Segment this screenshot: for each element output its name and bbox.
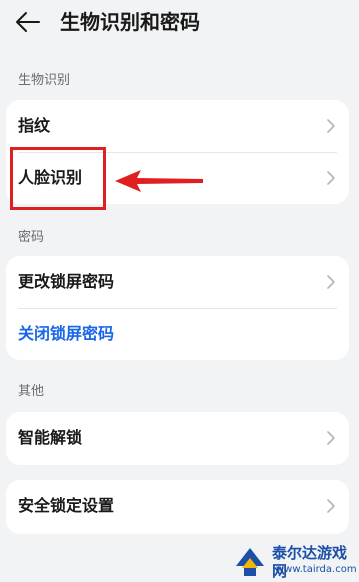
chevron-right-icon <box>327 171 335 185</box>
disable-lock-password-row[interactable]: 关闭锁屏密码 <box>6 308 349 360</box>
chevron-right-icon <box>327 119 335 133</box>
back-button[interactable] <box>14 10 42 34</box>
watermark: 泰尔达游戏网 www.tairda.com <box>220 538 359 582</box>
section-label-other: 其他 <box>18 384 45 399</box>
chevron-right-icon <box>327 275 335 289</box>
smart-unlock-label: 智能解锁 <box>18 428 83 447</box>
header: 生物识别和密码 <box>0 0 359 44</box>
password-card: 更改锁屏密码 关闭锁屏密码 <box>6 256 349 360</box>
security-lock-card: 安全锁定设置 <box>6 480 349 534</box>
section-label-biometric: 生物识别 <box>18 73 71 88</box>
change-lock-password-row[interactable]: 更改锁屏密码 <box>6 256 349 308</box>
watermark-logo-icon <box>236 548 264 576</box>
chevron-right-icon <box>327 499 335 513</box>
disable-lock-password-link: 关闭锁屏密码 <box>18 324 115 343</box>
fingerprint-label: 指纹 <box>18 116 51 135</box>
chevron-right-icon <box>327 431 335 445</box>
highlight-box <box>10 147 106 210</box>
watermark-url: www.tairda.com <box>276 564 357 575</box>
security-lock-settings-row[interactable]: 安全锁定设置 <box>6 480 349 532</box>
settings-page: 生物识别和密码 生物识别 指纹 人脸识别 密码 更改锁屏密码 关闭锁屏密码 其他… <box>0 0 359 582</box>
page-title: 生物识别和密码 <box>60 10 200 34</box>
annotation-arrow-icon <box>115 170 203 192</box>
change-lock-password-label: 更改锁屏密码 <box>18 272 115 291</box>
fingerprint-row[interactable]: 指纹 <box>6 100 349 152</box>
back-arrow-icon <box>16 12 40 32</box>
section-label-password: 密码 <box>18 230 45 245</box>
other-card: 智能解锁 <box>6 412 349 465</box>
security-lock-settings-label: 安全锁定设置 <box>18 496 115 515</box>
smart-unlock-row[interactable]: 智能解锁 <box>6 412 349 464</box>
